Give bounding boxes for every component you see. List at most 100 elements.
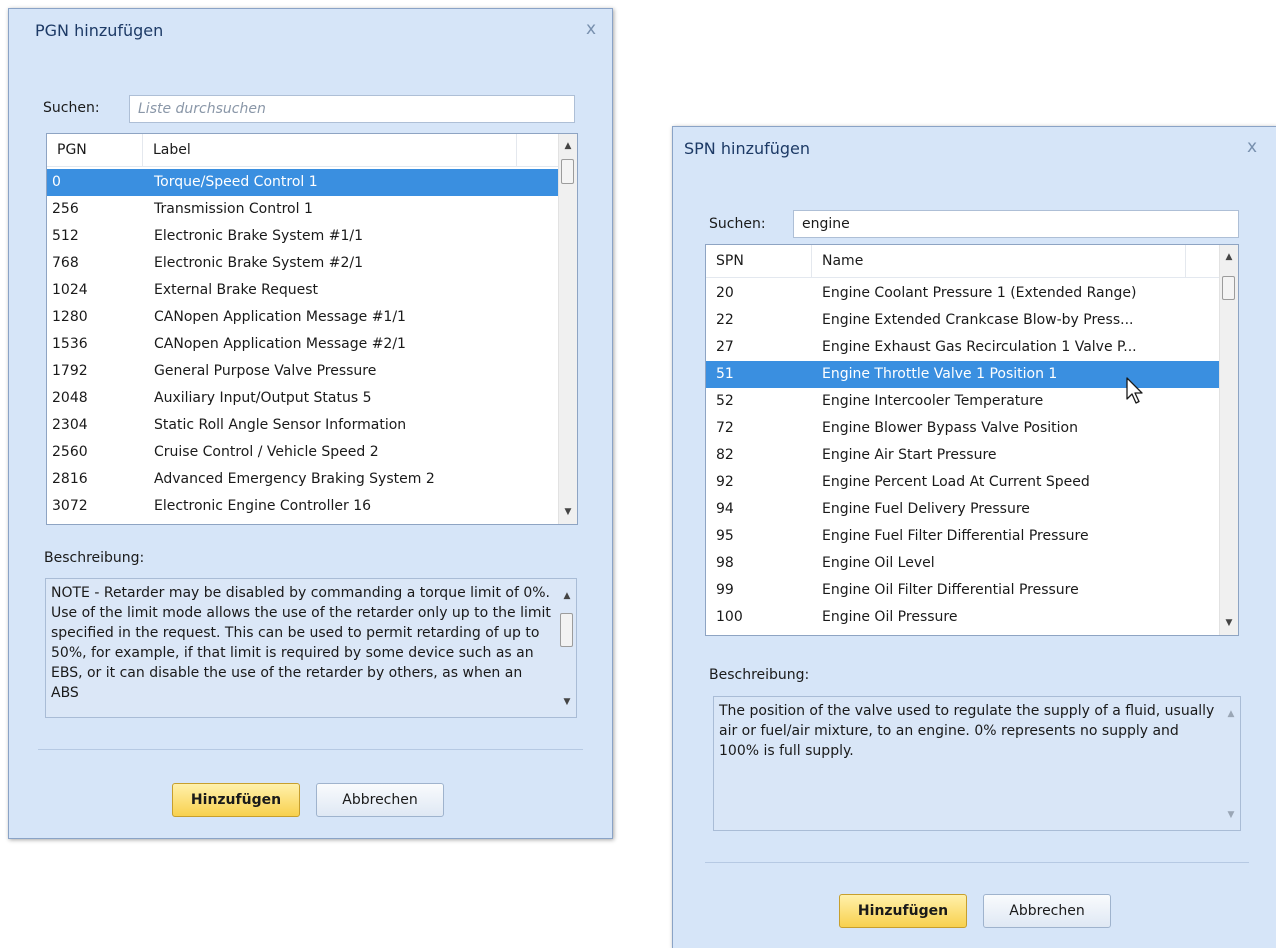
spn-search-input[interactable]: engine bbox=[793, 210, 1239, 238]
spn-column-header-spn[interactable]: SPN bbox=[706, 245, 812, 277]
spn-row[interactable]: 92 Engine Percent Load At Current Speed bbox=[706, 469, 1220, 496]
spn-row-label: Engine Oil Level bbox=[822, 555, 935, 571]
spn-add-button[interactable]: Hinzufügen bbox=[839, 894, 967, 928]
pgn-row[interactable]: 1536 CANopen Application Message #2/1 bbox=[47, 331, 559, 358]
spn-row-label: Engine Blower Bypass Valve Position bbox=[822, 420, 1078, 436]
scroll-down-arrow-icon[interactable]: ▼ bbox=[558, 693, 576, 711]
spn-row-label: Engine Air Start Pressure bbox=[822, 447, 997, 463]
spn-row-id: 82 bbox=[716, 447, 734, 463]
pgn-list-scroll-thumb[interactable] bbox=[561, 159, 574, 184]
pgn-row-id: 1792 bbox=[52, 363, 88, 379]
spn-cancel-button[interactable]: Abbrechen bbox=[983, 894, 1111, 928]
spn-row-id: 92 bbox=[716, 474, 734, 490]
pgn-row[interactable]: 256 Transmission Control 1 bbox=[47, 196, 559, 223]
pgn-row-label: Auxiliary Input/Output Status 5 bbox=[154, 390, 372, 406]
scroll-down-arrow-icon[interactable]: ▼ bbox=[1222, 806, 1240, 824]
spn-add-dialog: SPN hinzufügen x Suchen: engine SPN Name… bbox=[672, 126, 1276, 948]
pgn-list-scrollbar[interactable]: ▲ ▼ bbox=[558, 134, 577, 524]
pgn-row[interactable]: 2560 Cruise Control / Vehicle Speed 2 bbox=[47, 439, 559, 466]
spn-description-scrollbar[interactable]: ▲ ▼ bbox=[1222, 697, 1240, 830]
spn-row[interactable]: 100 Engine Oil Pressure bbox=[706, 604, 1220, 631]
spn-row[interactable]: 27 Engine Exhaust Gas Recirculation 1 Val… bbox=[706, 334, 1220, 361]
pgn-search-label: Suchen: bbox=[43, 100, 100, 116]
pgn-row-id: 0 bbox=[52, 174, 61, 190]
spn-row-id: 52 bbox=[716, 393, 734, 409]
scroll-up-arrow-icon[interactable]: ▲ bbox=[558, 587, 576, 605]
pgn-row[interactable]: 2816 Advanced Emergency Braking System 2 bbox=[47, 466, 559, 493]
pgn-row-label: General Purpose Valve Pressure bbox=[154, 363, 377, 379]
spn-list-scroll-thumb[interactable] bbox=[1222, 276, 1235, 300]
pgn-row[interactable]: 768 Electronic Brake System #2/1 bbox=[47, 250, 559, 277]
spn-description-label: Beschreibung: bbox=[709, 667, 810, 683]
scroll-up-arrow-icon[interactable]: ▲ bbox=[1222, 705, 1240, 723]
spn-row-id: 94 bbox=[716, 501, 734, 517]
scroll-up-arrow-icon[interactable]: ▲ bbox=[1220, 248, 1238, 266]
pgn-row[interactable]: 512 Electronic Brake System #1/1 bbox=[47, 223, 559, 250]
spn-row-label: Engine Oil Pressure bbox=[822, 609, 958, 625]
pgn-row-id: 1280 bbox=[52, 309, 88, 325]
pgn-row-id: 1536 bbox=[52, 336, 88, 352]
spn-row-label: Engine Coolant Pressure 1 (Extended Rang… bbox=[822, 285, 1137, 301]
pgn-description-box[interactable]: NOTE - Retarder may be disabled by comma… bbox=[45, 578, 577, 718]
scroll-down-arrow-icon[interactable]: ▼ bbox=[1220, 614, 1238, 632]
spn-description-box[interactable]: The position of the valve used to regula… bbox=[713, 696, 1241, 831]
spn-row-label: Engine Fuel Filter Differential Pressure bbox=[822, 528, 1089, 544]
spn-row-id: 99 bbox=[716, 582, 734, 598]
spn-row-id: 98 bbox=[716, 555, 734, 571]
spn-row[interactable]: 82 Engine Air Start Pressure bbox=[706, 442, 1220, 469]
pgn-button-separator bbox=[38, 749, 583, 750]
spn-dialog-titlebar[interactable]: SPN hinzufügen x bbox=[673, 127, 1276, 173]
pgn-row[interactable]: 1792 General Purpose Valve Pressure bbox=[47, 358, 559, 385]
pgn-search-input[interactable]: Liste durchsuchen bbox=[129, 95, 575, 123]
spn-row-label: Engine Exhaust Gas Recirculation 1 Valve… bbox=[822, 339, 1137, 355]
spn-close-icon[interactable]: x bbox=[1241, 136, 1263, 158]
pgn-row[interactable]: 2048 Auxiliary Input/Output Status 5 bbox=[47, 385, 559, 412]
pgn-row[interactable]: 1024 External Brake Request bbox=[47, 277, 559, 304]
pgn-search-placeholder: Liste durchsuchen bbox=[138, 101, 266, 117]
pgn-add-button[interactable]: Hinzufügen bbox=[172, 783, 300, 817]
pgn-close-icon[interactable]: x bbox=[580, 18, 602, 40]
spn-row[interactable]: 94 Engine Fuel Delivery Pressure bbox=[706, 496, 1220, 523]
pgn-row-label: CANopen Application Message #2/1 bbox=[154, 336, 406, 352]
pgn-column-header-pgn[interactable]: PGN bbox=[47, 134, 143, 166]
pgn-description-scrollbar[interactable]: ▲ ▼ bbox=[558, 579, 576, 717]
pgn-row-id: 2304 bbox=[52, 417, 88, 433]
pgn-description-text: NOTE - Retarder may be disabled by comma… bbox=[51, 585, 551, 701]
spn-column-header-name[interactable]: Name bbox=[812, 245, 1186, 277]
spn-rows: 20 Engine Coolant Pressure 1 (Extended Ra… bbox=[706, 280, 1220, 631]
pgn-row-label: Electronic Brake System #1/1 bbox=[154, 228, 363, 244]
pgn-row[interactable]: 1280 CANopen Application Message #1/1 bbox=[47, 304, 559, 331]
spn-list-scrollbar[interactable]: ▲ ▼ bbox=[1219, 245, 1238, 635]
pgn-row[interactable]: 2304 Static Roll Angle Sensor Information bbox=[47, 412, 559, 439]
spn-row[interactable]: 99 Engine Oil Filter Differential Pressur… bbox=[706, 577, 1220, 604]
pgn-row-id: 768 bbox=[52, 255, 79, 271]
spn-row[interactable]: 22 Engine Extended Crankcase Blow-by Pres… bbox=[706, 307, 1220, 334]
spn-row[interactable]: 72 Engine Blower Bypass Valve Position bbox=[706, 415, 1220, 442]
pgn-description-scroll-thumb[interactable] bbox=[560, 613, 573, 647]
spn-row[interactable]: 95 Engine Fuel Filter Differential Pressu… bbox=[706, 523, 1220, 550]
spn-list[interactable]: SPN Name 20 Engine Coolant Pressure 1 (Ex… bbox=[705, 244, 1239, 636]
pgn-row[interactable]: 0 Torque/Speed Control 1 bbox=[47, 169, 559, 196]
spn-row[interactable]: 20 Engine Coolant Pressure 1 (Extended Ra… bbox=[706, 280, 1220, 307]
pgn-row-label: Electronic Engine Controller 16 bbox=[154, 498, 372, 514]
spn-row[interactable]: 98 Engine Oil Level bbox=[706, 550, 1220, 577]
pgn-row-id: 3072 bbox=[52, 498, 88, 514]
pgn-dialog-titlebar[interactable]: PGN hinzufügen x bbox=[9, 9, 612, 55]
pgn-row-label: Static Roll Angle Sensor Information bbox=[154, 417, 407, 433]
scroll-up-arrow-icon[interactable]: ▲ bbox=[559, 137, 577, 155]
spn-row-label: Engine Oil Filter Differential Pressure bbox=[822, 582, 1079, 598]
pgn-row-label: Advanced Emergency Braking System 2 bbox=[154, 471, 435, 487]
spn-search-label: Suchen: bbox=[709, 216, 766, 232]
spn-row-label: Engine Extended Crankcase Blow-by Press.… bbox=[822, 312, 1134, 328]
pgn-cancel-button[interactable]: Abbrechen bbox=[316, 783, 444, 817]
pgn-row-label: Electronic Brake System #2/1 bbox=[154, 255, 363, 271]
pgn-row[interactable]: 3072 Electronic Engine Controller 16 bbox=[47, 493, 559, 520]
spn-row-label: Engine Fuel Delivery Pressure bbox=[822, 501, 1030, 517]
spn-list-header: SPN Name bbox=[706, 245, 1220, 278]
scroll-down-arrow-icon[interactable]: ▼ bbox=[559, 503, 577, 521]
pgn-list[interactable]: PGN Label 0 Torque/Speed Control 1 256 Tran… bbox=[46, 133, 578, 525]
pgn-row-id: 256 bbox=[52, 201, 79, 217]
spn-button-separator bbox=[705, 862, 1249, 863]
pgn-column-header-label[interactable]: Label bbox=[143, 134, 517, 166]
pgn-description-label: Beschreibung: bbox=[44, 550, 145, 566]
